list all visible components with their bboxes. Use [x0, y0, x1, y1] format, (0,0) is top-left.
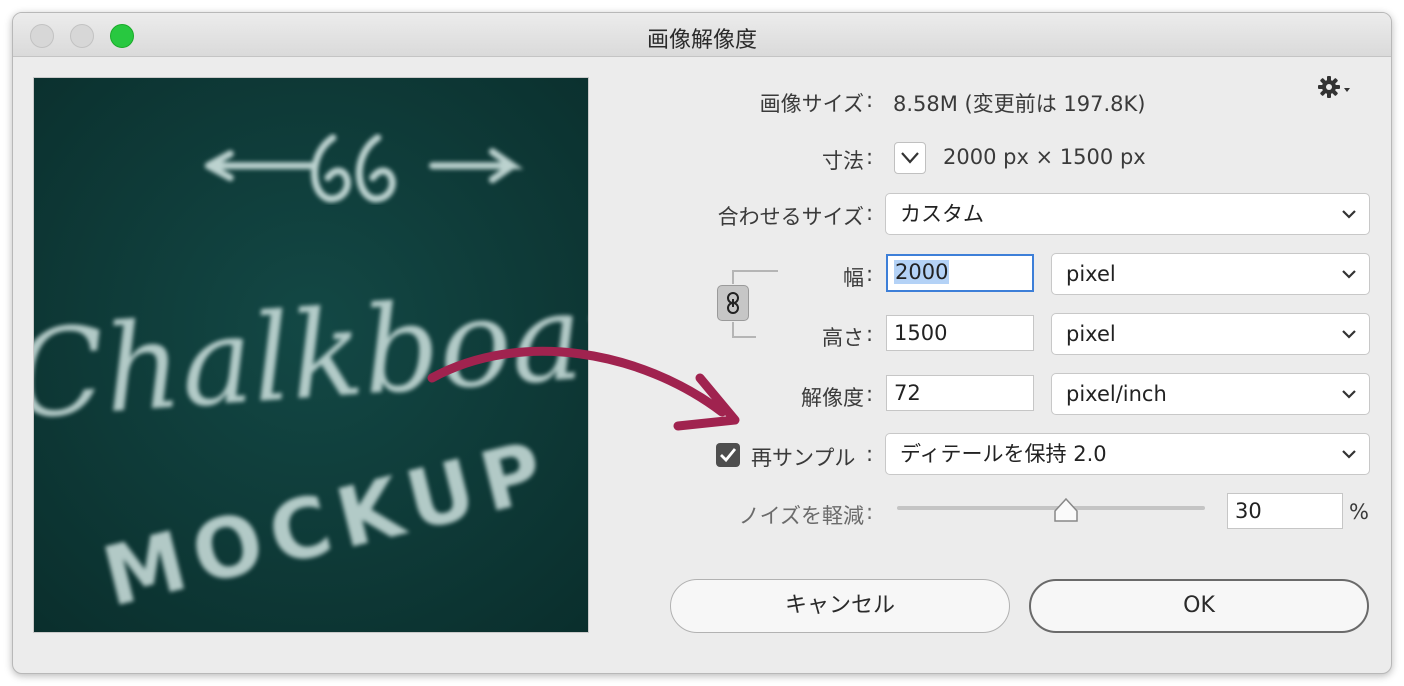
resolution-value: 72	[894, 381, 921, 405]
height-value: 1500	[894, 321, 948, 345]
noise-unit: %	[1349, 500, 1369, 524]
chevron-down-icon	[1342, 390, 1356, 399]
dialog-title: 画像解像度	[646, 28, 757, 53]
height-unit-select[interactable]: pixel	[1051, 313, 1370, 355]
checkmark-icon	[720, 448, 737, 463]
dimensions-value: 2000 px × 1500 px	[943, 145, 1146, 169]
noise-reduction-slider-thumb[interactable]	[1053, 497, 1079, 523]
noise-reduction-value: 30	[1235, 499, 1262, 523]
width-value: 2000	[894, 260, 950, 284]
fit-to-select[interactable]: カスタム	[885, 193, 1370, 235]
constraint-bracket-bottom	[732, 336, 756, 338]
colon: :	[866, 88, 874, 112]
preview-image: Chalkboard MOCKUP	[34, 78, 588, 632]
constraint-bracket-top	[732, 270, 778, 272]
constrain-proportions-button[interactable]	[717, 285, 749, 321]
resolution-label: 解像度	[801, 386, 864, 410]
chevron-down-icon	[1342, 330, 1356, 339]
height-input[interactable]: 1500	[886, 315, 1034, 351]
resample-method-select[interactable]: ディテールを保持 2.0	[885, 433, 1370, 475]
dimensions-unit-dropdown[interactable]	[894, 142, 926, 174]
resample-label: 再サンプル	[751, 446, 856, 470]
colon: :	[866, 442, 874, 466]
height-unit-value: pixel	[1066, 322, 1116, 346]
colon: :	[866, 382, 874, 406]
chevron-down-icon	[1342, 270, 1356, 279]
resolution-unit-value: pixel/inch	[1066, 382, 1167, 406]
title-bar: 画像解像度	[13, 13, 1391, 57]
image-preview[interactable]: Chalkboard MOCKUP	[33, 77, 589, 633]
image-size-label: 画像サイズ	[759, 92, 864, 116]
resolution-unit-select[interactable]: pixel/inch	[1051, 373, 1370, 415]
noise-reduction-input[interactable]: 30	[1227, 493, 1343, 529]
constraint-bracket-left-bottom	[732, 322, 734, 336]
colon: :	[866, 322, 874, 346]
resample-checkbox[interactable]	[716, 443, 740, 467]
link-chain-icon	[727, 292, 739, 314]
height-label: 高さ	[822, 326, 864, 350]
fit-to-value: カスタム	[900, 202, 984, 226]
noise-reduction-slider-track[interactable]	[897, 506, 1205, 510]
fit-to-label: 合わせるサイズ	[717, 205, 864, 229]
cancel-button[interactable]: キャンセル	[670, 579, 1010, 633]
image-size-value: 8.58M (変更前は 197.8K)	[893, 92, 1146, 116]
settings-gear-icon[interactable]	[1318, 76, 1352, 98]
colon: :	[866, 145, 874, 169]
colon: :	[866, 262, 874, 286]
colon: :	[866, 201, 874, 225]
ok-button[interactable]: OK	[1029, 579, 1369, 633]
chevron-down-icon	[901, 152, 919, 164]
width-input[interactable]: 2000	[886, 254, 1034, 292]
chevron-down-icon	[1342, 210, 1356, 219]
resample-method-value: ディテールを保持 2.0	[900, 442, 1107, 466]
chevron-down-icon	[1342, 450, 1356, 459]
width-label: 幅	[843, 266, 864, 290]
width-unit-select[interactable]: pixel	[1051, 253, 1370, 295]
resolution-input[interactable]: 72	[886, 375, 1034, 411]
colon: :	[866, 500, 874, 524]
dimensions-label: 寸法	[822, 149, 864, 173]
width-unit-value: pixel	[1066, 262, 1116, 286]
constraint-bracket-left-top	[732, 270, 734, 284]
noise-reduction-label: ノイズを軽減	[738, 504, 864, 528]
